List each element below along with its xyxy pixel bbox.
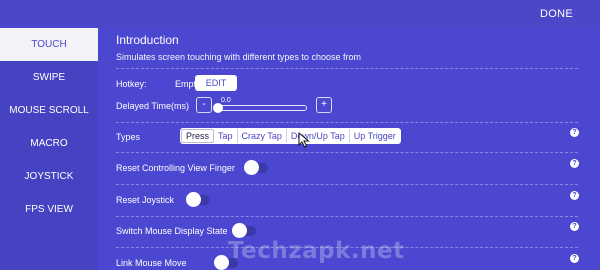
done-button[interactable]: DONE [540, 8, 573, 20]
sidebar-item-touch[interactable]: TOUCH [0, 28, 98, 61]
delayed-time-label: Delayed Time(ms) [116, 101, 190, 111]
section-title: Introduction [116, 33, 179, 47]
reset-view-finger-toggle[interactable] [244, 160, 268, 175]
types-label: Types [116, 132, 141, 142]
switch-mouse-display-toggle[interactable] [232, 223, 256, 238]
divider [116, 122, 578, 123]
type-option-tap[interactable]: Tap [214, 129, 238, 143]
delay-slider-thumb[interactable] [213, 103, 223, 113]
section-description: Simulates screen touching with different… [116, 52, 361, 62]
reset-joystick-help-icon[interactable]: ? [570, 191, 579, 200]
switch-mouse-display-label: Switch Mouse Display State [116, 226, 228, 236]
reset-view-finger-help-icon[interactable]: ? [570, 159, 579, 168]
sidebar-item-macro[interactable]: MACRO [0, 127, 98, 160]
sidebar-item-joystick[interactable]: JOYSTICK [0, 160, 98, 193]
type-option-crazy-tap[interactable]: Crazy Tap [238, 129, 287, 143]
sidebar-item-mouse-scroll[interactable]: MOUSE SCROLL [0, 94, 98, 127]
mouse-cursor-icon [298, 132, 310, 148]
reset-joystick-label: Reset Joystick [116, 195, 175, 205]
increase-delay-button[interactable]: + [316, 97, 332, 113]
divider [116, 184, 578, 185]
switch-mouse-display-help-icon[interactable]: ? [570, 222, 579, 231]
divider [116, 216, 578, 217]
link-mouse-move-label: Link Mouse Move [116, 258, 187, 268]
settings-panel: Introduction Simulates screen touching w… [98, 28, 600, 270]
reset-joystick-toggle[interactable] [186, 192, 210, 207]
types-help-icon[interactable]: ? [570, 128, 579, 137]
sidebar-item-swipe[interactable]: SWIPE [0, 61, 98, 94]
delay-slider-track[interactable] [215, 105, 307, 111]
hotkey-label: Hotkey: [116, 79, 147, 89]
divider [116, 152, 578, 153]
reset-view-finger-label: Reset Controlling View Finger [116, 163, 235, 173]
watermark-text: Techzapk.net [228, 238, 405, 264]
type-option-down-up-tap[interactable]: Down/Up Tap [287, 129, 350, 143]
link-mouse-move-help-icon[interactable]: ? [570, 254, 579, 263]
type-option-press[interactable]: Press [181, 129, 215, 143]
top-bar: DONE [0, 0, 600, 28]
edit-hotkey-button[interactable]: EDIT [195, 75, 237, 91]
type-option-up-trigger[interactable]: Up Trigger [350, 129, 400, 143]
sidebar: TOUCH SWIPE MOUSE SCROLL MACRO JOYSTICK … [0, 28, 98, 270]
divider [116, 68, 578, 69]
types-selector: Press Tap Crazy Tap Down/Up Tap Up Trigg… [180, 128, 401, 144]
sidebar-item-fps-view[interactable]: FPS VIEW [0, 193, 98, 226]
delay-value: 0.0 [221, 97, 231, 104]
decrease-delay-button[interactable]: - [196, 97, 212, 113]
